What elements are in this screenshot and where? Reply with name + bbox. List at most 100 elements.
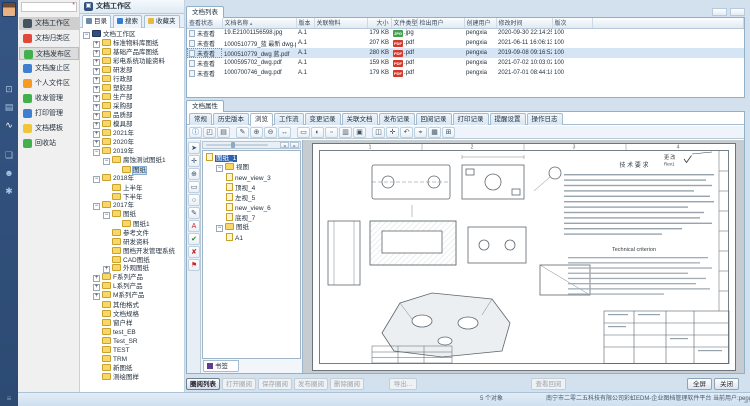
structure-node[interactable]: 顶视_4 <box>203 183 300 193</box>
pan-tool[interactable]: ✛ <box>188 155 200 167</box>
expander-plus-icon[interactable]: + <box>93 131 100 138</box>
structure-node[interactable]: 图纸_1 <box>203 153 300 163</box>
structure-node[interactable]: 左视_5 <box>203 193 300 203</box>
nav-document-template[interactable]: 文档模板 <box>19 122 79 135</box>
expander-minus-icon[interactable]: − <box>83 32 90 39</box>
gear-icon[interactable]: ✱ <box>0 185 18 197</box>
contrast-icon[interactable]: ◐ <box>311 127 324 138</box>
expander-plus-icon[interactable]: + <box>93 50 100 57</box>
column-header-6[interactable]: 文件类型 <box>391 18 417 28</box>
folder-icon[interactable]: ▤ <box>0 101 18 113</box>
approve-stamp-tool[interactable]: ✔ <box>188 233 200 245</box>
structure-node[interactable]: A1 <box>203 233 300 243</box>
tree-node[interactable]: +F系列产品 <box>80 273 184 282</box>
tree-node[interactable]: +标准物料库图纸 <box>80 39 184 48</box>
tree-node[interactable]: 上半年 <box>80 183 184 192</box>
column-header-3[interactable]: 版本 <box>296 18 314 28</box>
rotate-icon[interactable]: ↶ <box>400 127 413 138</box>
column-header-9[interactable]: 修改时间 <box>496 18 552 28</box>
column-header-2[interactable]: 文档名称 ▴ <box>222 18 296 28</box>
tree-node[interactable]: −文档工作区 <box>80 30 184 39</box>
resize-grip[interactable]: ◢ <box>743 397 748 404</box>
expander-plus-icon[interactable]: + <box>93 68 100 75</box>
tree-node[interactable]: 图纸 <box>80 165 184 174</box>
structure-node[interactable]: −图纸 <box>203 223 300 233</box>
expander-plus-icon[interactable]: + <box>93 284 100 291</box>
tree-node[interactable]: 研发资料 <box>80 237 184 246</box>
monitor-icon[interactable]: ⊡ <box>0 83 18 95</box>
column-header-10[interactable]: 版次 <box>552 18 592 28</box>
nav-print-manage[interactable]: 打印管理 <box>19 107 79 120</box>
tree-node[interactable]: −2018年 <box>80 174 184 183</box>
tree-node[interactable]: −腐蚀测试图纸1 <box>80 156 184 165</box>
structure-node[interactable]: 底视_7 <box>203 213 300 223</box>
zoom-window-tool[interactable]: ⊕ <box>188 168 200 180</box>
copy-icon[interactable]: ❏ <box>0 149 18 161</box>
pixel-icon[interactable]: ▫ <box>325 127 338 138</box>
tree-node[interactable]: 图档开发管理系统 <box>80 246 184 255</box>
tab-favorites[interactable]: 收藏夹 <box>144 15 180 28</box>
tree-node[interactable]: +采购部 <box>80 102 184 111</box>
expander-plus-icon[interactable]: + <box>93 77 100 84</box>
grid-icon[interactable]: ▦ <box>428 127 441 138</box>
collapse-icon[interactable]: ≡ <box>0 394 18 403</box>
zoom-in-icon[interactable]: ⊕ <box>250 127 263 138</box>
expander-minus-icon[interactable]: − <box>93 203 100 210</box>
select-tool[interactable]: ➤ <box>188 142 200 154</box>
table-row[interactable]: 未查看1000510779_蓝 最新 dwg.pdfA.1207 KBPDF.p… <box>187 38 744 48</box>
column-header-11[interactable] <box>592 18 744 28</box>
list-panel-pin-button[interactable] <box>730 8 745 16</box>
tree-node[interactable]: +2020年 <box>80 138 184 147</box>
tree-node[interactable]: 文档规格 <box>80 309 184 318</box>
fit-page-icon[interactable]: ▭ <box>297 127 310 138</box>
activity-icon[interactable]: ∿ <box>0 119 18 131</box>
cad-drawing-canvas[interactable]: 1 2 3 4 <box>302 140 744 373</box>
table-row[interactable]: 未查看1000595702_dwg.pdfA.1159 KBPDF.pdfpen… <box>187 58 744 68</box>
tab-publish-log[interactable]: 发布记录 <box>379 113 415 125</box>
close-button[interactable]: 关闭 <box>714 378 739 390</box>
layers-icon[interactable]: ▥ <box>339 127 352 138</box>
tree-node[interactable]: 图纸1 <box>80 219 184 228</box>
reject-stamp-tool[interactable]: ✘ <box>188 246 200 258</box>
tab-related-docs[interactable]: 关联文档 <box>342 113 378 125</box>
tree-node[interactable]: +研发部 <box>80 66 184 75</box>
module-search-input[interactable]: * <box>21 2 77 12</box>
tree-node[interactable]: +模具部 <box>80 120 184 129</box>
expander-minus-icon[interactable]: − <box>216 165 223 172</box>
snapshot-icon[interactable]: ◰ <box>203 127 216 138</box>
expander-plus-icon[interactable]: + <box>93 104 100 111</box>
locate-icon[interactable]: ⌖ <box>414 127 427 138</box>
expander-plus-icon[interactable]: + <box>93 275 100 282</box>
nav-document-publish[interactable]: 文档发布区 <box>19 47 79 60</box>
thumb-slider-handle[interactable] <box>231 142 235 148</box>
zoom-out-icon[interactable]: ⊖ <box>264 127 277 138</box>
tree-node[interactable]: TRM <box>80 354 184 363</box>
tree-node[interactable]: 测绘图样 <box>80 372 184 381</box>
tree-node[interactable]: CAD图纸 <box>80 255 184 264</box>
thumbnail-icon[interactable]: ▣ <box>353 127 366 138</box>
struct-prev-button[interactable]: ◂ <box>280 142 289 148</box>
text-markup-tool[interactable]: A <box>188 220 200 232</box>
expander-plus-icon[interactable]: + <box>93 41 100 48</box>
table-row[interactable]: 未查看1000700746_dwg.pdfA.1179 KBPDF.pdfpen… <box>187 68 744 78</box>
pen-markup-tool[interactable]: ✎ <box>188 207 200 219</box>
tree-node[interactable]: −2019年 <box>80 147 184 156</box>
structure-node[interactable]: new_view_3 <box>203 173 300 183</box>
tree-node[interactable]: +基础产品库图纸 <box>80 48 184 57</box>
expander-minus-icon[interactable]: − <box>103 158 110 165</box>
fullscreen-button[interactable]: 全屏 <box>687 378 712 390</box>
tab-workflow[interactable]: 工作流 <box>274 113 304 125</box>
expander-plus-icon[interactable]: + <box>93 59 100 66</box>
tile-icon[interactable]: ⊞ <box>442 127 455 138</box>
list-panel-minimize-button[interactable] <box>712 8 727 16</box>
info-icon[interactable]: ⓘ <box>189 127 202 138</box>
tree-node[interactable]: 下半年 <box>80 192 184 201</box>
column-header-7[interactable]: 检出用户 <box>417 18 464 28</box>
tree-node[interactable]: +彩电系统功能资料 <box>80 57 184 66</box>
expander-minus-icon[interactable]: − <box>216 225 223 232</box>
tab-print-log[interactable]: 打印记录 <box>453 113 489 125</box>
pan-icon[interactable]: ✛ <box>386 127 399 138</box>
tree-node[interactable]: −2017年 <box>80 201 184 210</box>
tab-document-properties[interactable]: 文档属性 <box>186 100 224 112</box>
thumb-slider-track[interactable] <box>206 144 268 146</box>
